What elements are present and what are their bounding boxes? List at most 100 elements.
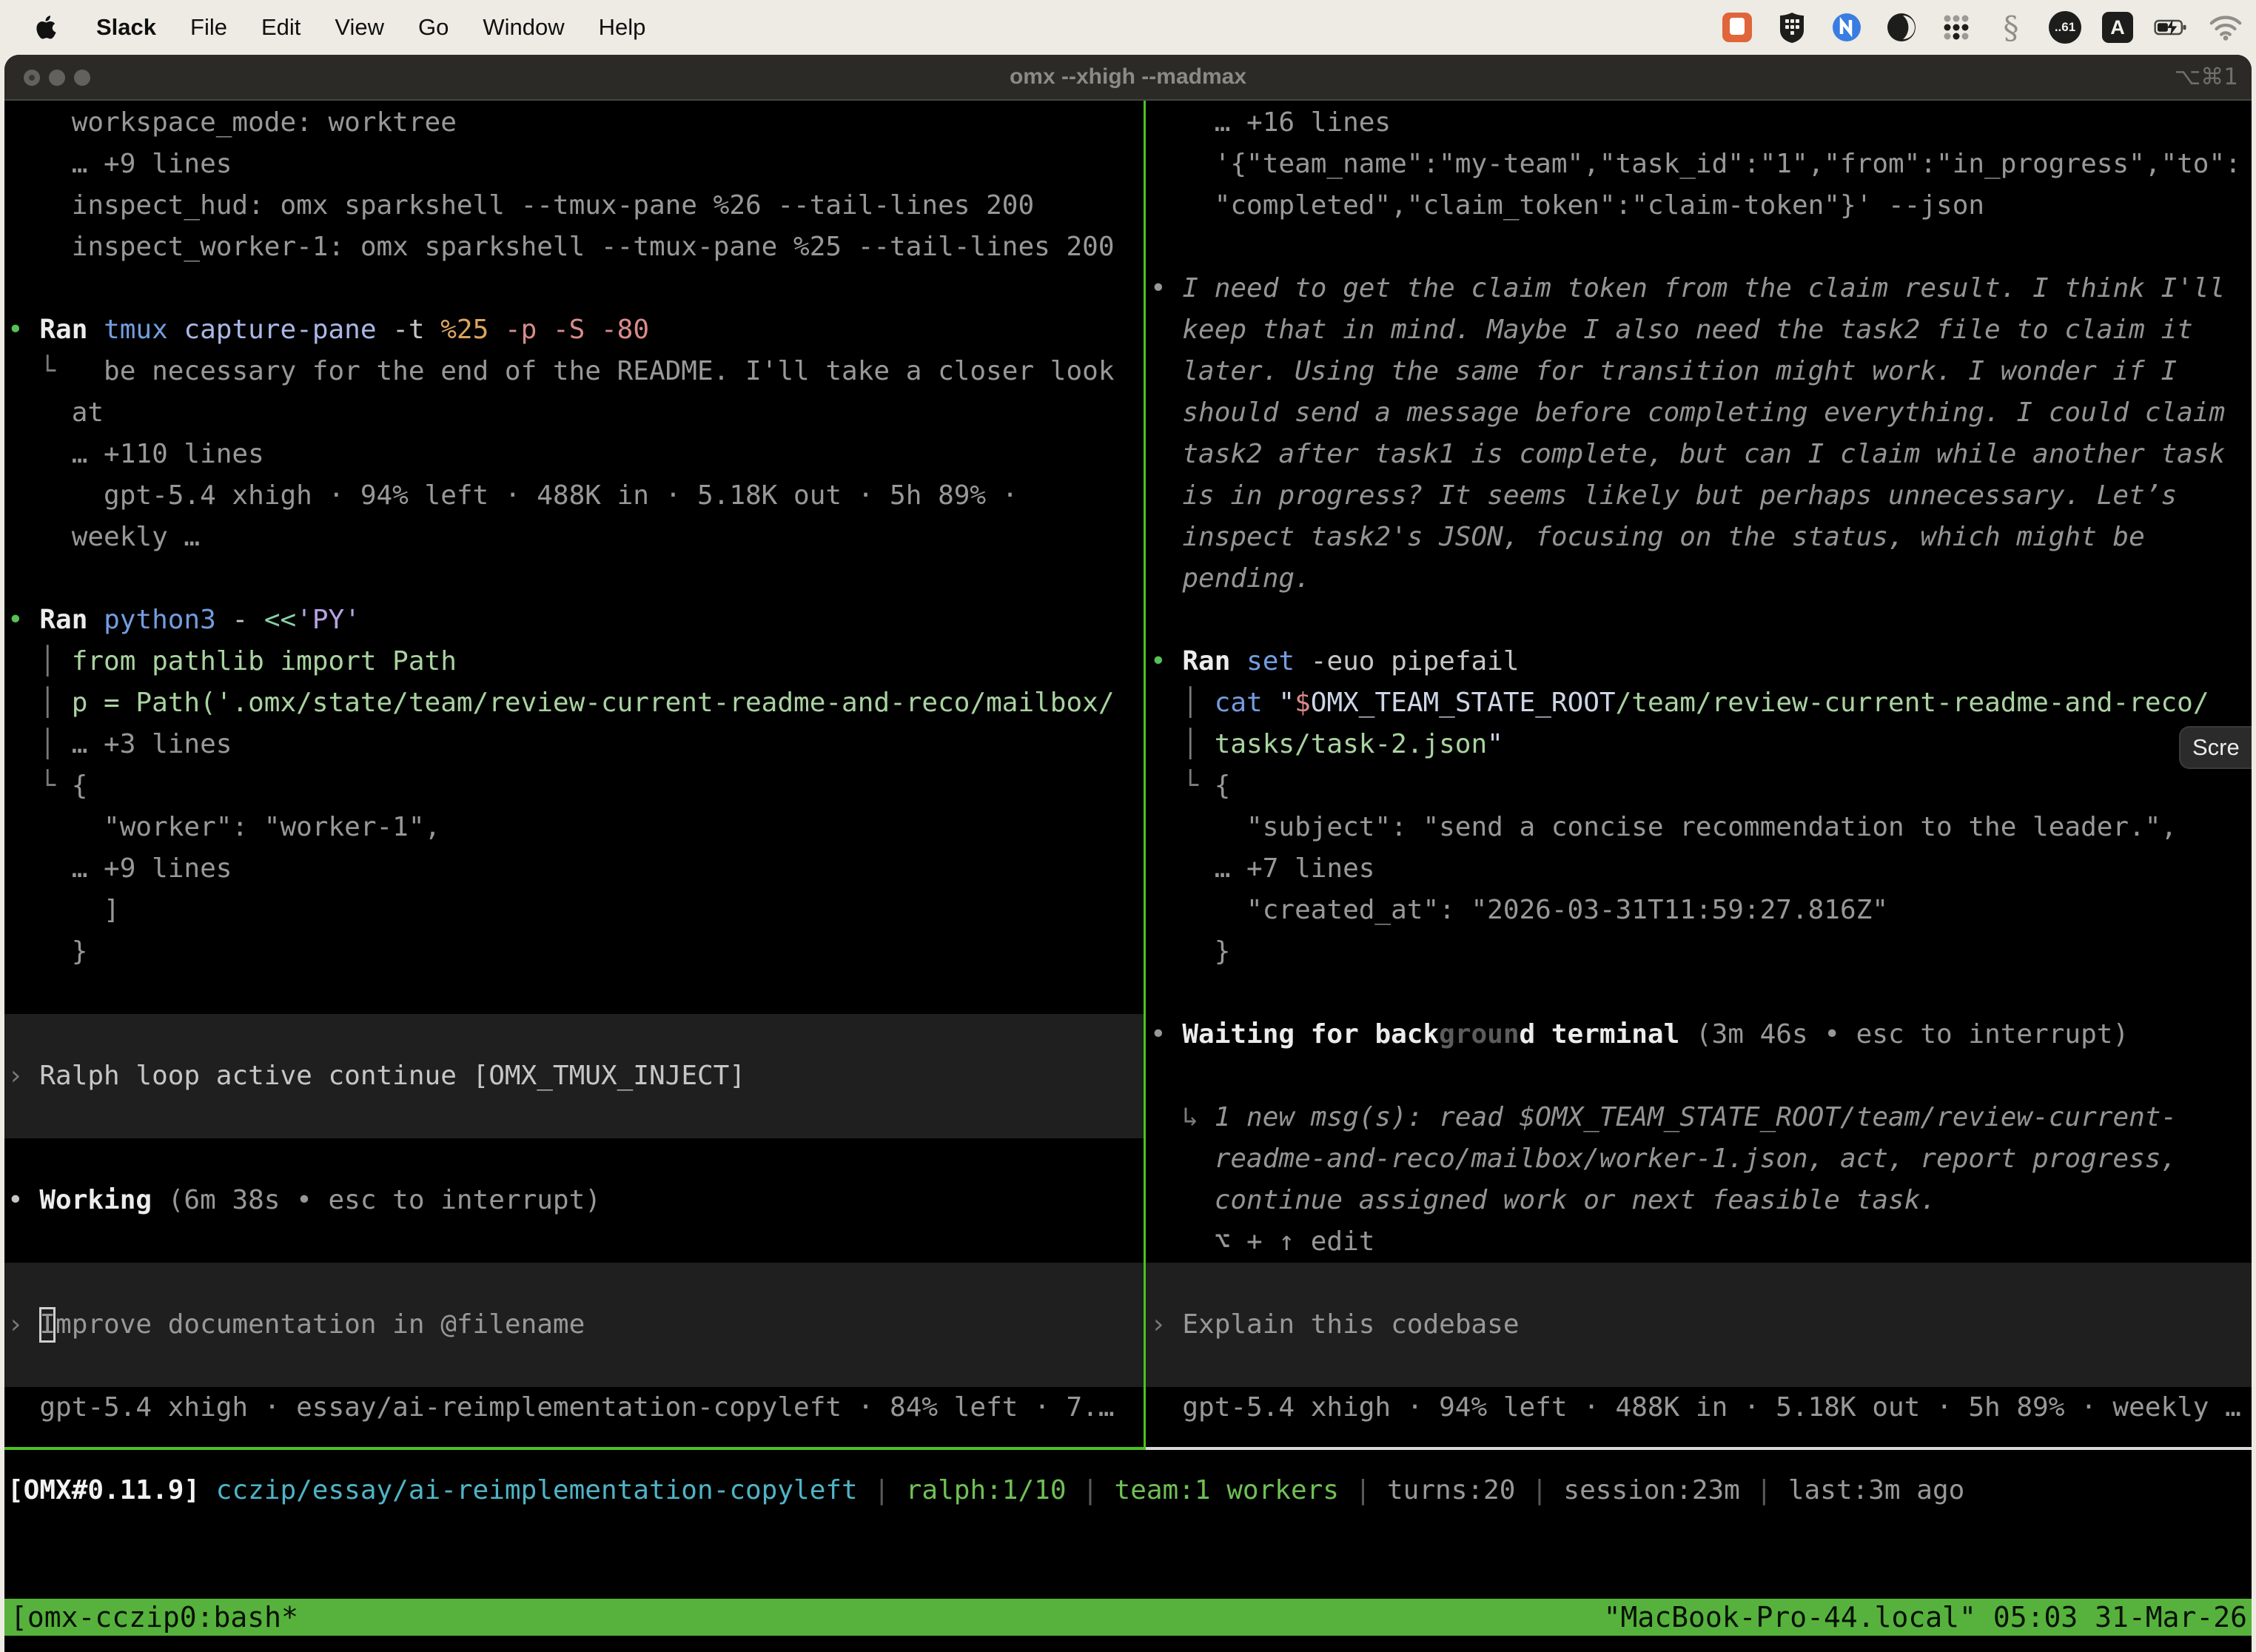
terminal-text: "completed","claim_token":"claim-token"}… (1150, 190, 1984, 221)
terminal-text: be necessary for the end of the README. … (104, 356, 1114, 386)
terminal-text: Waiting for back (1182, 1019, 1439, 1050)
terminal-text: ⌥ + ↑ edit (1150, 1226, 1374, 1257)
terminal-text: -t (392, 315, 440, 345)
terminal-text: • (1150, 646, 1182, 676)
moon-circle-icon[interactable] (1884, 10, 1918, 44)
menu-bar-status-icons: § ..61 A (1720, 0, 2256, 55)
terminal-text: inspect_hud: omx sparkshell --tmux-pane … (7, 190, 1034, 221)
terminal-text: 'PY' (296, 605, 360, 635)
terminal-text: "worker": "worker-1", (7, 812, 440, 842)
terminal-text: later. Using the same for transition mig… (1150, 356, 2177, 386)
dots-grid-icon[interactable] (1939, 10, 1973, 44)
terminal-line: "created_at": "2026-03-31T11:59:27.816Z" (1150, 890, 2250, 931)
menu-item-file[interactable]: File (190, 14, 227, 41)
terminal-line: task2 after task1 is complete, but can I… (1150, 434, 2250, 475)
terminal-text: mprove documentation in @filename (56, 1309, 585, 1340)
terminal-text: "subject": "send a concise recommendatio… (1150, 812, 2177, 842)
terminal-content: workspace_mode: worktree … +9 lines insp… (4, 101, 2252, 1652)
menu-item-slack[interactable]: Slack (96, 14, 156, 41)
terminal-line (7, 558, 1142, 600)
terminal-line: └ { (1150, 765, 2250, 807)
tmux-host-clock: "MacBook-Pro-44.local" 05:03 31-Mar-26 (1604, 1599, 2252, 1636)
terminal-line (7, 1014, 1142, 1055)
menu-bar: Slack File Edit View Go Window Help (0, 0, 2256, 55)
menu-item-go[interactable]: Go (418, 14, 449, 41)
blue-badge-icon[interactable] (1830, 10, 1864, 44)
menu-item-help[interactable]: Help (599, 14, 646, 41)
terminal-text: › (7, 1309, 39, 1340)
terminal-text: groun (1439, 1019, 1519, 1050)
wifi-icon[interactable] (2209, 10, 2243, 44)
menu-item-view[interactable]: View (335, 14, 384, 41)
terminal-line: workspace_mode: worktree (7, 102, 1142, 144)
terminal-line: is in progress? It seems likely but perh… (1150, 475, 2250, 517)
shield-keypad-icon[interactable] (1775, 10, 1809, 44)
terminal-text: | (1515, 1475, 1563, 1505)
terminal-text: -80 (601, 315, 649, 345)
pane-divider[interactable] (1144, 101, 1146, 1450)
terminal-text: Ran (39, 315, 104, 345)
tmux-session-label[interactable]: [omx-cczip0:bash* (4, 1599, 298, 1636)
terminal-text: • (7, 315, 39, 345)
terminal-text: session:23m (1563, 1475, 1739, 1505)
letter-a-icon[interactable]: A (2102, 12, 2133, 43)
terminal-line: • Working (6m 38s • esc to interrupt) (7, 1180, 1142, 1221)
terminal-text: └ (7, 356, 104, 386)
terminal-line: gpt-5.4 xhigh · 94% left · 488K in · 5.1… (7, 475, 1142, 517)
terminal-text: … +3 lines (72, 729, 232, 759)
left-pane-bottom-border (4, 1447, 1146, 1450)
menu-item-edit[interactable]: Edit (261, 14, 301, 41)
terminal-text: turns:20 (1387, 1475, 1515, 1505)
terminal-line: │ … +3 lines (7, 724, 1142, 765)
apple-menu-icon[interactable] (28, 10, 62, 44)
terminal-text: tmux (104, 315, 184, 345)
menu-item-window[interactable]: Window (483, 14, 564, 41)
terminal-text: } (7, 936, 87, 967)
terminal-text: › (7, 1061, 39, 1091)
terminal-line (1150, 973, 2250, 1014)
terminal-text: │ (1150, 729, 1215, 759)
terminal-text: ↳ (1150, 1102, 1215, 1132)
terminal-line: … +9 lines (7, 144, 1142, 185)
terminal-text: pending. (1150, 563, 1311, 594)
terminal-line: "worker": "worker-1", (7, 807, 1142, 848)
battery-charging-icon[interactable] (2154, 10, 2188, 44)
terminal-text: (3m 46s • esc to interrupt) (1696, 1019, 2129, 1050)
tmux-status-bar: [omx-cczip0:bash* "MacBook-Pro-44.local"… (4, 1599, 2252, 1636)
terminal-text: … +16 lines (1150, 107, 1391, 138)
terminal-text: { (1215, 770, 1231, 801)
terminal-line: └ be necessary for the end of the README… (7, 351, 1142, 392)
terminal-line: … +9 lines (7, 848, 1142, 890)
terminal-line: gpt-5.4 xhigh · essay/ai-reimplementatio… (7, 1387, 1142, 1428)
terminal-text: | (1740, 1475, 1788, 1505)
terminal-line: │ cat "$OMX_TEAM_STATE_ROOT/team/review-… (1150, 682, 2250, 724)
terminal-text: team:1 workers (1115, 1475, 1339, 1505)
terminal-text: › (1150, 1309, 1182, 1340)
terminal-text: -euo pipefail (1311, 646, 1520, 676)
terminal-text: │ (7, 688, 72, 718)
terminal-text: capture-pane (184, 315, 392, 345)
right-pane-bottom-border (1146, 1447, 2252, 1450)
window-title-bar[interactable]: omx --xhigh --madmax ⌥⌘1 (4, 55, 2252, 101)
terminal-text: gpt-5.4 xhigh · 94% left · 488K in · 5.1… (7, 480, 1018, 511)
terminal-text: (6m 38s • esc to interrupt) (168, 1185, 601, 1215)
window-shortcut-badge: ⌥⌘1 (2175, 55, 2238, 101)
terminal-text: │ (7, 729, 72, 759)
terminal-line: │ from pathlib import Path (7, 641, 1142, 682)
terminal-text: ] (7, 895, 120, 925)
percent-badge-icon[interactable]: ..61 (2049, 11, 2081, 44)
terminal-line: weekly … (7, 517, 1142, 558)
text-cursor: I (39, 1307, 56, 1343)
squiggle-icon[interactable]: § (1994, 10, 2028, 44)
terminal-line (7, 973, 1142, 1014)
terminal-text: | (1339, 1475, 1387, 1505)
terminal-line: inspect_worker-1: omx sparkshell --tmux-… (7, 226, 1142, 268)
terminal-text: inspect task2's JSON, focusing on the st… (1150, 522, 2145, 552)
menu-bar-left: Slack File Edit View Go Window Help (0, 10, 645, 44)
terminal-text: • (1150, 273, 1182, 303)
terminal-line (7, 268, 1142, 309)
terminal-line: at (7, 392, 1142, 434)
window-title: omx --xhigh --madmax (4, 55, 2252, 101)
chat-bubble-icon[interactable] (1720, 10, 1754, 44)
terminal-text: | (858, 1475, 906, 1505)
